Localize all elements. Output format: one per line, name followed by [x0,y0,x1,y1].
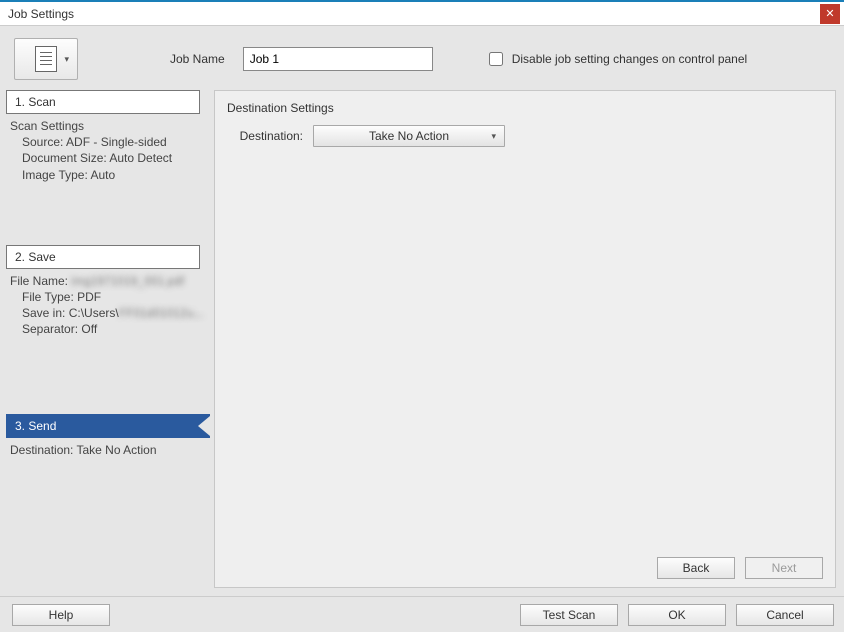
test-scan-button[interactable]: Test Scan [520,604,618,626]
save-filetype: File Type: PDF [22,289,206,305]
scan-settings-heading: Scan Settings [10,118,206,134]
scan-docsize: Document Size: Auto Detect [22,150,206,166]
step-send-details: Destination: Take No Action [6,438,210,462]
step-save-details: File Name: img1971019_001.pdf File Type:… [6,269,210,342]
sidebar: 1. Scan Scan Settings Source: ADF - Sing… [0,90,210,596]
close-icon: ✕ [825,7,834,20]
body: 1. Scan Scan Settings Source: ADF - Sing… [0,90,844,596]
job-name-input[interactable] [243,47,433,71]
help-button[interactable]: Help [12,604,110,626]
save-location: Save in: C:\Users\FF01d01012u... [22,305,206,321]
job-icon-dropdown[interactable]: ▾ [14,38,78,80]
titlebar: Job Settings ✕ [0,2,844,26]
save-filename-value: img1971019_001.pdf [71,274,184,288]
disable-changes-label: Disable job setting changes on control p… [512,52,748,66]
document-icon [35,46,57,72]
save-location-value: FF01d01012u... [119,306,204,320]
next-button: Next [745,557,823,579]
save-filename-label: File Name: [10,274,68,288]
destination-row: Destination: Take No Action ▾ [215,121,835,151]
destination-settings-title: Destination Settings [215,91,835,121]
destination-select[interactable]: Take No Action ▾ [313,125,505,147]
ok-button[interactable]: OK [628,604,726,626]
save-separator: Separator: Off [22,321,206,337]
back-button[interactable]: Back [657,557,735,579]
chevron-down-icon: ▾ [491,131,496,142]
header-row: ▾ Job Name Disable job setting changes o… [0,26,844,90]
save-filename: File Name: img1971019_001.pdf [10,273,206,289]
step-send: 3. Send Destination: Take No Action [6,414,210,462]
step-save-header[interactable]: 2. Save [6,245,200,269]
step-scan-details: Scan Settings Source: ADF - Single-sided… [6,114,210,187]
main-panel: Destination Settings Destination: Take N… [214,90,836,588]
step-send-header[interactable]: 3. Send [6,414,210,438]
disable-changes-checkbox[interactable] [489,52,503,66]
window-title: Job Settings [8,7,820,21]
disable-changes-checkbox-wrap[interactable]: Disable job setting changes on control p… [485,49,748,69]
save-location-label: Save in: C:\Users\ [22,306,119,320]
job-name-label: Job Name [170,52,225,66]
cancel-button[interactable]: Cancel [736,604,834,626]
step-scan-header[interactable]: 1. Scan [6,90,200,114]
close-button[interactable]: ✕ [820,4,840,24]
send-destination: Destination: Take No Action [10,442,206,458]
chevron-down-icon: ▾ [64,54,69,65]
scan-imgtype: Image Type: Auto [22,167,206,183]
nav-row: Back Next [657,557,823,579]
destination-select-value: Take No Action [369,129,449,143]
footer: Help Test Scan OK Cancel [0,596,844,632]
step-save: 2. Save File Name: img1971019_001.pdf Fi… [6,245,210,342]
step-scan: 1. Scan Scan Settings Source: ADF - Sing… [6,90,210,187]
job-settings-window: Job Settings ✕ ▾ Job Name Disable job se… [0,0,844,632]
destination-label: Destination: [227,129,303,143]
scan-source: Source: ADF - Single-sided [22,134,206,150]
